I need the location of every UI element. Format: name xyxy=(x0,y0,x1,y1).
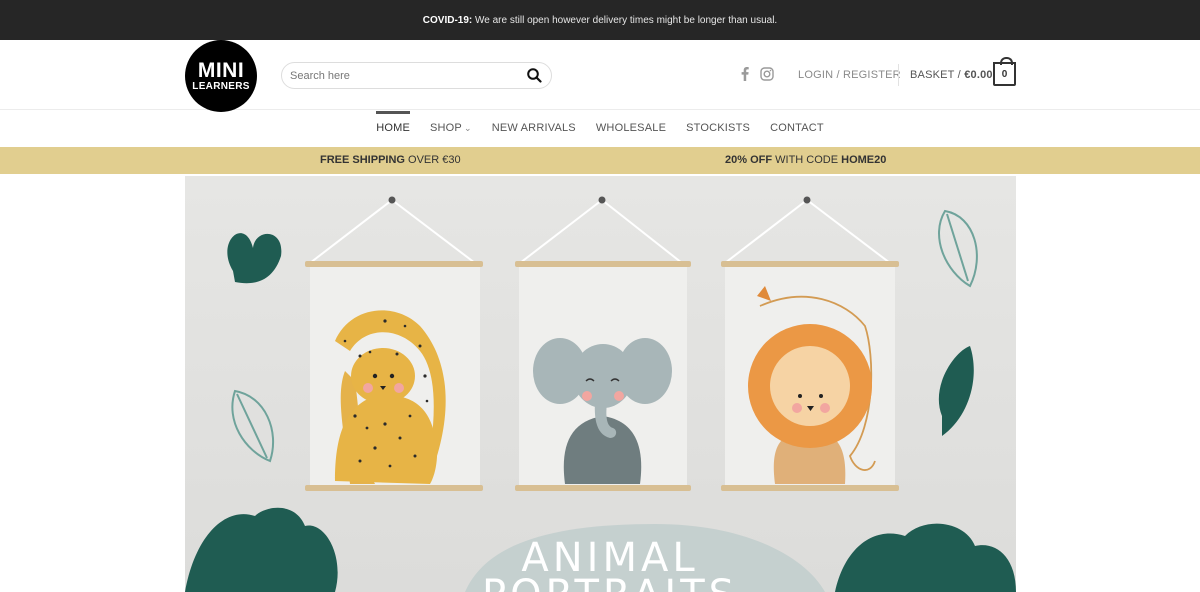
nav-label: SHOP xyxy=(430,122,462,134)
announcement-bar: COVID-19: We are still open however deli… xyxy=(0,0,1200,40)
nav-item-stockists[interactable]: STOCKISTS xyxy=(676,110,760,147)
instagram-icon[interactable] xyxy=(760,66,774,82)
site-logo[interactable]: MINI LEARNERS xyxy=(185,40,257,112)
site-header: MINI LEARNERS LOGIN / REGISTER BASKET / … xyxy=(0,40,1200,112)
hero-illustration: ANIMAL PORTRAITS xyxy=(185,176,1016,592)
hero-title-line2: PORTRAITS xyxy=(482,572,738,592)
chevron-down-icon: ⌄ xyxy=(463,123,472,133)
logo-line2: LEARNERS xyxy=(192,81,250,92)
search-icon[interactable] xyxy=(525,67,543,85)
hero-banner[interactable]: ANIMAL PORTRAITS xyxy=(185,176,1016,592)
social-links xyxy=(738,66,774,82)
nav-label: CONTACT xyxy=(770,122,824,134)
facebook-icon[interactable] xyxy=(738,66,752,82)
promo-bar: FREE SHIPPING OVER €30 20% OFF WITH CODE… xyxy=(0,147,1200,174)
shipping-bold: FREE SHIPPING xyxy=(320,154,405,166)
login-register-link[interactable]: LOGIN / REGISTER xyxy=(798,69,901,81)
discount-bold: 20% OFF xyxy=(725,154,773,166)
search-bar xyxy=(281,62,552,89)
basket-link[interactable]: BASKET / €0.00 xyxy=(910,69,993,81)
nav-item-shop[interactable]: SHOP ⌄ xyxy=(420,110,482,147)
discount-mid: WITH CODE xyxy=(772,154,842,166)
search-input[interactable] xyxy=(290,69,525,82)
nav-item-contact[interactable]: CONTACT xyxy=(760,110,834,147)
nav-item-home[interactable]: HOME xyxy=(366,110,420,147)
basket-amount: €0.00 xyxy=(964,69,993,81)
discount-message: 20% OFF WITH CODE HOME20 xyxy=(725,154,886,166)
main-nav: HOME SHOP ⌄ NEW ARRIVALS WHOLESALE STOCKI… xyxy=(0,110,1200,147)
basket-label: BASKET / xyxy=(910,69,965,81)
header-divider xyxy=(898,64,899,86)
free-shipping-message: FREE SHIPPING OVER €30 xyxy=(320,154,461,166)
nav-item-wholesale[interactable]: WHOLESALE xyxy=(586,110,676,147)
nav-label: NEW ARRIVALS xyxy=(491,122,576,134)
announcement-label: COVID-19: xyxy=(422,14,473,26)
basket-count-icon[interactable]: 0 xyxy=(993,57,1016,86)
logo-line1: MINI xyxy=(197,59,245,82)
nav-item-new-arrivals[interactable]: NEW ARRIVALS xyxy=(482,110,586,147)
nav-label: WHOLESALE xyxy=(595,122,667,134)
nav-label: HOME xyxy=(376,122,410,134)
nav-label: STOCKISTS xyxy=(686,122,751,134)
basket-count: 0 xyxy=(1001,68,1008,80)
discount-code: HOME20 xyxy=(841,154,887,166)
shipping-rest: OVER €30 xyxy=(404,154,461,166)
announcement-text: We are still open however delivery times… xyxy=(472,14,778,26)
